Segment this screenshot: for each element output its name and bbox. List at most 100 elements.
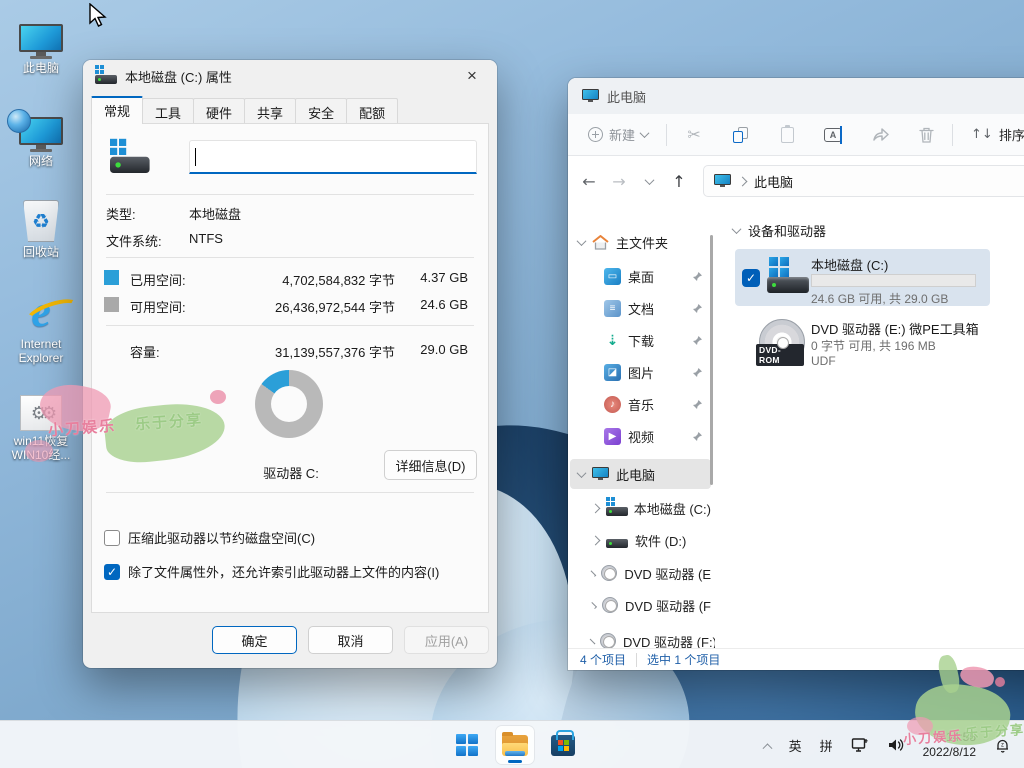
this-pc-icon bbox=[2, 12, 80, 58]
selected-checkbox[interactable]: ✓ bbox=[742, 269, 760, 287]
copy-icon bbox=[733, 127, 749, 143]
sidebar-item-music[interactable]: ♪ 音乐 bbox=[570, 389, 711, 419]
dvd-drive-icon: DVD-ROM bbox=[759, 319, 805, 365]
recent-locations-button[interactable] bbox=[634, 172, 664, 190]
sidebar-item-dvd-f2[interactable]: DVD 驱动器 (F:) bbox=[570, 626, 711, 648]
explorer-titlebar[interactable]: 此电脑 bbox=[568, 78, 1024, 114]
tab-hardware[interactable]: 硬件 bbox=[193, 98, 245, 124]
tab-security[interactable]: 安全 bbox=[295, 98, 347, 124]
used-space-swatch bbox=[104, 270, 119, 285]
sidebar-item-drive-c[interactable]: 本地磁盘 (C:) bbox=[570, 493, 711, 523]
explorer-content: 设备和驱动器 ✓ 本地磁盘 (C:) 24.6 GB 可用, 共 29.0 GB… bbox=[725, 205, 1024, 648]
separator bbox=[106, 325, 474, 326]
ime-mode-indicator[interactable]: 拼 bbox=[813, 727, 840, 763]
index-checkbox-row[interactable]: ✓ 除了文件属性外，还允许索引此驱动器上文件的内容(I) bbox=[104, 562, 439, 581]
compress-checkbox[interactable] bbox=[104, 530, 120, 546]
sidebar-item-dvd-f[interactable]: DVD 驱动器 (F bbox=[570, 590, 711, 620]
tab-tools[interactable]: 工具 bbox=[142, 98, 194, 124]
sidebar-item-downloads[interactable]: ⇣ 下载 bbox=[570, 325, 711, 355]
paste-button[interactable] bbox=[773, 121, 802, 149]
this-pc-icon bbox=[714, 174, 731, 188]
used-space-size: 4.37 GB bbox=[420, 270, 468, 285]
sidebar-item-drive-d[interactable]: 软件 (D:) bbox=[570, 525, 711, 555]
this-pc-icon bbox=[582, 89, 599, 103]
show-hidden-icons-button[interactable] bbox=[757, 727, 778, 763]
taskbar-store-button[interactable] bbox=[544, 726, 582, 764]
sidebar-item-dvd-e[interactable]: DVD 驱动器 (E bbox=[570, 558, 711, 588]
explorer-address-row: ← → ↑ 此电脑 bbox=[568, 157, 1024, 205]
desktop-icon-internet-explorer[interactable]: e Internet Explorer bbox=[2, 288, 80, 365]
drive-tile-c[interactable]: ✓ 本地磁盘 (C:) 24.6 GB 可用, 共 29.0 GB bbox=[735, 249, 990, 306]
cut-button[interactable]: ✂ bbox=[677, 120, 711, 150]
desktop-icon-recycle-bin[interactable]: ♻ 回收站 bbox=[2, 196, 80, 259]
sidebar-item-videos[interactable]: ▶ 视频 bbox=[570, 421, 711, 451]
back-button[interactable]: ← bbox=[574, 172, 604, 191]
volume-label-input[interactable] bbox=[189, 140, 477, 174]
sidebar-item-home[interactable]: 主文件夹 bbox=[570, 227, 711, 257]
tab-sharing[interactable]: 共享 bbox=[244, 98, 296, 124]
items-count: 4 个项目 bbox=[580, 651, 626, 668]
desktop-icon-label: 此电脑 bbox=[2, 61, 80, 75]
chevron-right-icon bbox=[591, 503, 601, 513]
status-divider bbox=[636, 653, 637, 667]
new-button-label: 新建 bbox=[609, 125, 635, 144]
sidebar-scrollbar[interactable] bbox=[710, 235, 713, 485]
explorer-toolbar: 新建 ✂ A ↑↓ 排 bbox=[568, 114, 1024, 156]
tab-general[interactable]: 常规 bbox=[91, 96, 143, 124]
tray-date: 2022/8/12 bbox=[923, 745, 976, 760]
trash-icon bbox=[919, 127, 934, 143]
taskbar-file-explorer-button[interactable] bbox=[496, 726, 534, 764]
chevron-right-icon bbox=[738, 176, 748, 186]
compress-checkbox-row[interactable]: 压缩此驱动器以节约磁盘空间(C) bbox=[104, 528, 315, 547]
up-button[interactable]: ↑ bbox=[664, 172, 694, 191]
explorer-body: 主文件夹 ▭ 桌面 ≡ 文档 ⇣ 下载 ◪ bbox=[568, 205, 1024, 648]
tab-quota[interactable]: 配额 bbox=[346, 98, 398, 124]
delete-button[interactable] bbox=[911, 121, 942, 149]
used-space-label: 已用空间: bbox=[130, 270, 186, 289]
drive-name: DVD 驱动器 (E:) 微PE工具箱 bbox=[811, 319, 979, 338]
volume-tray-button[interactable] bbox=[880, 727, 912, 763]
drive-tile-dvd-e[interactable]: DVD-ROM DVD 驱动器 (E:) 微PE工具箱 0 字节 可用, 共 1… bbox=[735, 313, 990, 375]
sort-button[interactable]: ↑↓ 排序 bbox=[963, 119, 1024, 150]
close-icon[interactable]: × bbox=[453, 62, 491, 90]
notifications-button[interactable]: z bbox=[987, 727, 1018, 763]
sidebar-item-label: 图片 bbox=[628, 363, 654, 382]
new-button[interactable]: 新建 bbox=[580, 119, 656, 150]
desktop-icon-network[interactable]: 网络 bbox=[2, 105, 80, 168]
start-button[interactable] bbox=[448, 726, 486, 764]
copy-button[interactable] bbox=[725, 121, 757, 149]
network-tray-button[interactable] bbox=[844, 727, 876, 763]
clock-tray-button[interactable]: 14:55 2022/8/12 bbox=[916, 727, 983, 763]
desktop-icon-this-pc[interactable]: 此电脑 bbox=[2, 12, 80, 75]
general-tab-panel: 类型: 本地磁盘 文件系统: NTFS 已用空间: 4,702,584,832 … bbox=[91, 123, 489, 613]
ok-button[interactable]: 确定 bbox=[212, 626, 297, 654]
check-icon: ✓ bbox=[107, 565, 117, 579]
forward-button[interactable]: → bbox=[604, 172, 634, 191]
apply-button-label: 应用(A) bbox=[425, 631, 468, 650]
explorer-window: 此电脑 新建 ✂ A bbox=[568, 78, 1024, 670]
home-icon bbox=[592, 235, 609, 250]
desktop-icon-win11-restore[interactable]: ⚙⚙ win11恢复 WIN10经... bbox=[2, 385, 80, 462]
cancel-button[interactable]: 取消 bbox=[308, 626, 393, 654]
sidebar-item-desktop[interactable]: ▭ 桌面 bbox=[570, 261, 711, 291]
dialog-buttons: 确定 取消 应用(A) bbox=[212, 626, 489, 654]
capacity-bar bbox=[811, 274, 976, 287]
rename-button[interactable]: A bbox=[816, 122, 850, 148]
section-devices-and-drives[interactable]: 设备和驱动器 bbox=[733, 221, 826, 240]
chevron-right-icon bbox=[591, 535, 601, 545]
speaker-icon bbox=[887, 737, 905, 753]
apply-button[interactable]: 应用(A) bbox=[404, 626, 489, 654]
dialog-titlebar[interactable]: 本地磁盘 (C:) 属性 × bbox=[83, 60, 497, 92]
sidebar-item-documents[interactable]: ≡ 文档 bbox=[570, 293, 711, 323]
address-bar[interactable]: 此电脑 bbox=[703, 165, 1024, 197]
svg-text:z: z bbox=[1001, 742, 1004, 748]
language-indicator[interactable]: 英 bbox=[782, 727, 809, 763]
used-space-bytes: 4,702,584,832 字节 bbox=[282, 270, 395, 289]
index-checkbox[interactable]: ✓ bbox=[104, 564, 120, 580]
index-checkbox-label: 除了文件属性外，还允许索引此驱动器上文件的内容(I) bbox=[128, 562, 439, 581]
capacity-size: 29.0 GB bbox=[420, 342, 468, 357]
sidebar-item-pictures[interactable]: ◪ 图片 bbox=[570, 357, 711, 387]
details-button[interactable]: 详细信息(D) bbox=[384, 450, 477, 480]
sidebar-item-this-pc[interactable]: 此电脑 bbox=[570, 459, 711, 489]
share-button[interactable] bbox=[864, 121, 897, 148]
